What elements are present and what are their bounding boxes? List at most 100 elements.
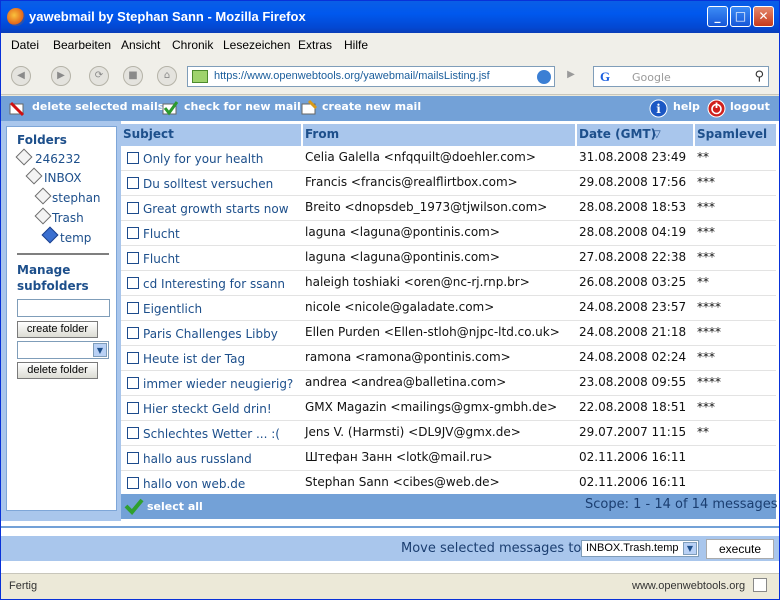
mail-subject[interactable]: Paris Challenges Libby: [143, 327, 278, 341]
delete-folder-select[interactable]: ▼: [17, 341, 109, 359]
go-icon[interactable]: [537, 70, 551, 84]
mail-select-checkbox[interactable]: [127, 452, 139, 464]
header-spamlevel[interactable]: Spamlevel: [695, 124, 776, 146]
mail-subject[interactable]: cd Interesting for ssann: [143, 277, 285, 291]
header-date-label[interactable]: Date (GMT): [579, 127, 656, 141]
minimize-button[interactable]: _: [707, 6, 728, 27]
maximize-button[interactable]: □: [730, 6, 751, 27]
check-mail-icon[interactable]: [161, 99, 180, 118]
search-engine-icon[interactable]: G: [600, 69, 610, 85]
header-spamlevel-label[interactable]: Spamlevel: [697, 127, 767, 141]
mail-select-checkbox[interactable]: [127, 427, 139, 439]
create-mail-icon[interactable]: [300, 99, 319, 118]
site-identity-icon[interactable]: [192, 70, 208, 83]
sort-descending-icon[interactable]: ▽: [653, 129, 661, 140]
chevron-down-icon[interactable]: ▼: [683, 542, 697, 555]
logout-button[interactable]: logout: [730, 100, 770, 113]
mail-select-checkbox[interactable]: [127, 252, 139, 264]
mail-row[interactable]: Heute ist der Tag ramona <ramona@pontinis…: [121, 346, 776, 371]
mail-select-checkbox[interactable]: [127, 477, 139, 489]
mail-select-checkbox[interactable]: [127, 327, 139, 339]
mail-subject[interactable]: Only for your health: [143, 152, 263, 166]
url-text[interactable]: https://www.openwebtools.org/yawebmail/m…: [214, 70, 490, 82]
check-for-new-mail-button[interactable]: check for new mail: [184, 100, 301, 113]
home-icon[interactable]: ⌂: [157, 66, 177, 86]
mail-subject[interactable]: Du solltest versuchen: [143, 177, 273, 191]
menu-lesezeichen[interactable]: Lesezeichen: [223, 38, 290, 52]
mail-row[interactable]: Eigentlich nicole <nicole@galadate.com> 24…: [121, 296, 776, 321]
mail-subject[interactable]: hallo von web.de: [143, 477, 245, 491]
header-date[interactable]: Date (GMT) ▽: [577, 124, 693, 146]
header-from-label[interactable]: From: [305, 127, 339, 141]
menu-ansicht[interactable]: Ansicht: [121, 38, 160, 52]
folder-stephan[interactable]: stephan: [52, 191, 101, 205]
mail-row[interactable]: Paris Challenges Libby Ellen Purden <Elle…: [121, 321, 776, 346]
header-from[interactable]: From: [303, 124, 575, 146]
mail-subject[interactable]: Schlechtes Wetter ... :(: [143, 427, 280, 441]
mail-select-checkbox[interactable]: [127, 227, 139, 239]
go-arrow-icon[interactable]: ▶: [561, 66, 581, 86]
help-button[interactable]: help: [673, 100, 700, 113]
close-button[interactable]: ✕: [753, 6, 774, 27]
chevron-down-icon[interactable]: ▼: [93, 343, 107, 357]
mail-select-checkbox[interactable]: [127, 202, 139, 214]
mail-row[interactable]: immer wieder neugierig? andrea <andrea@ba…: [121, 371, 776, 396]
folder-temp[interactable]: temp: [60, 231, 91, 245]
stop-icon[interactable]: ■: [123, 66, 143, 86]
menu-chronik[interactable]: Chronik: [172, 38, 213, 52]
mail-row[interactable]: Du solltest versuchen Francis <francis@re…: [121, 171, 776, 196]
delete-mail-icon[interactable]: [8, 99, 27, 118]
mail-subject[interactable]: hallo aus russland: [143, 452, 252, 466]
select-all-button[interactable]: select all: [147, 500, 203, 513]
menu-datei[interactable]: Datei: [11, 38, 39, 52]
mail-select-checkbox[interactable]: [127, 352, 139, 364]
mail-select-checkbox[interactable]: [127, 152, 139, 164]
create-folder-button[interactable]: create folder: [17, 321, 98, 338]
folder-inbox[interactable]: INBOX: [44, 171, 81, 185]
mail-subject[interactable]: Great growth starts now: [143, 202, 289, 216]
search-placeholder[interactable]: Google: [632, 71, 671, 84]
new-folder-input[interactable]: [17, 299, 110, 317]
mail-subject[interactable]: Hier steckt Geld drin!: [143, 402, 272, 416]
mail-subject[interactable]: Flucht: [143, 252, 180, 266]
mail-row[interactable]: Hier steckt Geld drin! GMX Magazin <maili…: [121, 396, 776, 421]
mail-row[interactable]: cd Interesting for ssann haleigh toshiaki…: [121, 271, 776, 296]
mail-select-checkbox[interactable]: [127, 402, 139, 414]
menu-bearbeiten[interactable]: Bearbeiten: [53, 38, 111, 52]
mail-select-checkbox[interactable]: [127, 377, 139, 389]
site-security-icon[interactable]: [753, 578, 767, 592]
mail-row[interactable]: hallo von web.de Stephan Sann <cibes@web.…: [121, 471, 776, 496]
delete-folder-button[interactable]: delete folder: [17, 362, 98, 379]
mail-row[interactable]: Only for your health Celia Galella <nfqqu…: [121, 146, 776, 171]
mail-row[interactable]: hallo aus russland Штефан Занн <lotk@mail…: [121, 446, 776, 471]
folder-246232[interactable]: 246232: [35, 152, 81, 166]
mail-row[interactable]: Flucht laguna <laguna@pontinis.com> 28.08.…: [121, 221, 776, 246]
mail-select-checkbox[interactable]: [127, 277, 139, 289]
execute-button[interactable]: execute: [706, 539, 774, 559]
forward-button[interactable]: ▶: [51, 66, 71, 86]
mail-row[interactable]: Schlechtes Wetter ... :(Jens V. (Harmsti…: [121, 421, 776, 446]
reload-icon[interactable]: ⟳: [89, 66, 109, 86]
folder-trash[interactable]: Trash: [52, 211, 84, 225]
search-icon[interactable]: ⚲: [754, 69, 764, 84]
mail-subject[interactable]: Flucht: [143, 227, 180, 241]
search-box[interactable]: G Google ⚲: [593, 66, 769, 87]
mail-subject[interactable]: Heute ist der Tag: [143, 352, 245, 366]
url-bar[interactable]: https://www.openwebtools.org/yawebmail/m…: [187, 66, 555, 87]
mail-row[interactable]: Great growth starts now Breito <dnopsdeb_…: [121, 196, 776, 221]
checkmark-icon[interactable]: [124, 497, 144, 515]
mail-subject[interactable]: immer wieder neugierig?: [143, 377, 293, 391]
move-target-value[interactable]: INBOX.Trash.temp: [586, 542, 679, 554]
mail-row[interactable]: Flucht laguna <laguna@pontinis.com> 27.08.…: [121, 246, 776, 271]
back-button[interactable]: ◀: [11, 66, 31, 86]
mail-select-checkbox[interactable]: [127, 302, 139, 314]
create-new-mail-button[interactable]: create new mail: [322, 100, 421, 113]
header-subject-label[interactable]: Subject: [123, 127, 174, 141]
help-icon[interactable]: i: [649, 99, 668, 118]
mail-select-checkbox[interactable]: [127, 177, 139, 189]
menu-extras[interactable]: Extras: [298, 38, 332, 52]
move-target-select[interactable]: INBOX.Trash.temp ▼: [581, 540, 699, 557]
delete-selected-mails-button[interactable]: delete selected mails: [32, 100, 164, 113]
logout-icon[interactable]: [707, 99, 726, 118]
mail-subject[interactable]: Eigentlich: [143, 302, 202, 316]
